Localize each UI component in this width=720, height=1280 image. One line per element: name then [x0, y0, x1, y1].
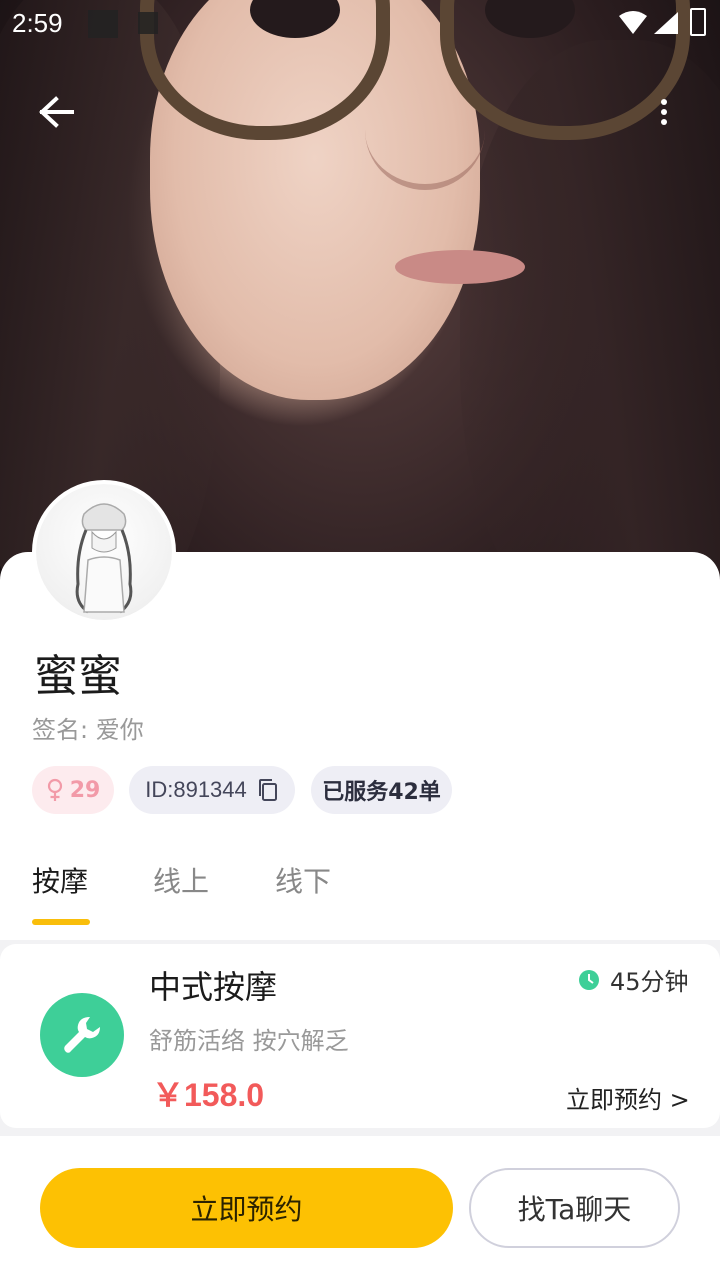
tab-massage[interactable]: 按摩: [32, 860, 88, 900]
cover-face: [140, 0, 690, 400]
profile-name: 蜜蜜: [34, 651, 122, 702]
user-id-text: ID:891344: [145, 777, 247, 802]
avatar-illustration: [75, 503, 133, 614]
more-options-button[interactable]: [644, 88, 684, 136]
wrench-icon: [64, 1017, 100, 1053]
female-icon: [47, 778, 62, 801]
status-bar: 2:59: [0, 0, 720, 48]
active-tab-indicator: [32, 919, 90, 925]
service-price: ￥158.0: [152, 1077, 265, 1113]
avatar[interactable]: [32, 480, 176, 624]
back-button[interactable]: [30, 88, 82, 136]
notification-icon: [88, 10, 118, 38]
cover-nose: [365, 110, 485, 190]
service-duration: 45分钟: [578, 962, 689, 997]
user-id-badge[interactable]: ID:891344: [129, 766, 295, 814]
profile-signature: 签名: 爱你: [32, 716, 144, 744]
duration-text: 45分钟: [610, 968, 689, 996]
chat-button[interactable]: 找Ta聊天: [469, 1168, 680, 1248]
served-count-badge: 已服务42单: [311, 766, 452, 814]
clock-icon: [579, 969, 599, 990]
signal-icon: [654, 12, 678, 34]
wifi-icon: [619, 11, 647, 34]
book-now-button[interactable]: 立即预约: [40, 1168, 453, 1248]
more-vertical-icon: [661, 99, 667, 125]
service-title: 中式按摩: [149, 968, 278, 1006]
tab-online[interactable]: 线上: [153, 860, 209, 900]
service-icon: [40, 993, 124, 1077]
gender-age-badge: 29: [32, 766, 114, 814]
arrow-left-icon: [39, 96, 74, 128]
cover-lips: [395, 250, 525, 284]
service-description: 舒筋活络 按穴解乏: [149, 1027, 349, 1055]
tab-offline[interactable]: 线下: [275, 860, 331, 900]
status-time: 2:59: [12, 8, 63, 38]
battery-icon: [690, 8, 706, 36]
notification-icon-2: [138, 12, 158, 34]
service-book-link[interactable]: 立即预约 >: [566, 1080, 690, 1115]
age-text: 29: [69, 777, 101, 803]
copy-icon[interactable]: [257, 778, 279, 802]
avatar-image: [36, 484, 172, 620]
